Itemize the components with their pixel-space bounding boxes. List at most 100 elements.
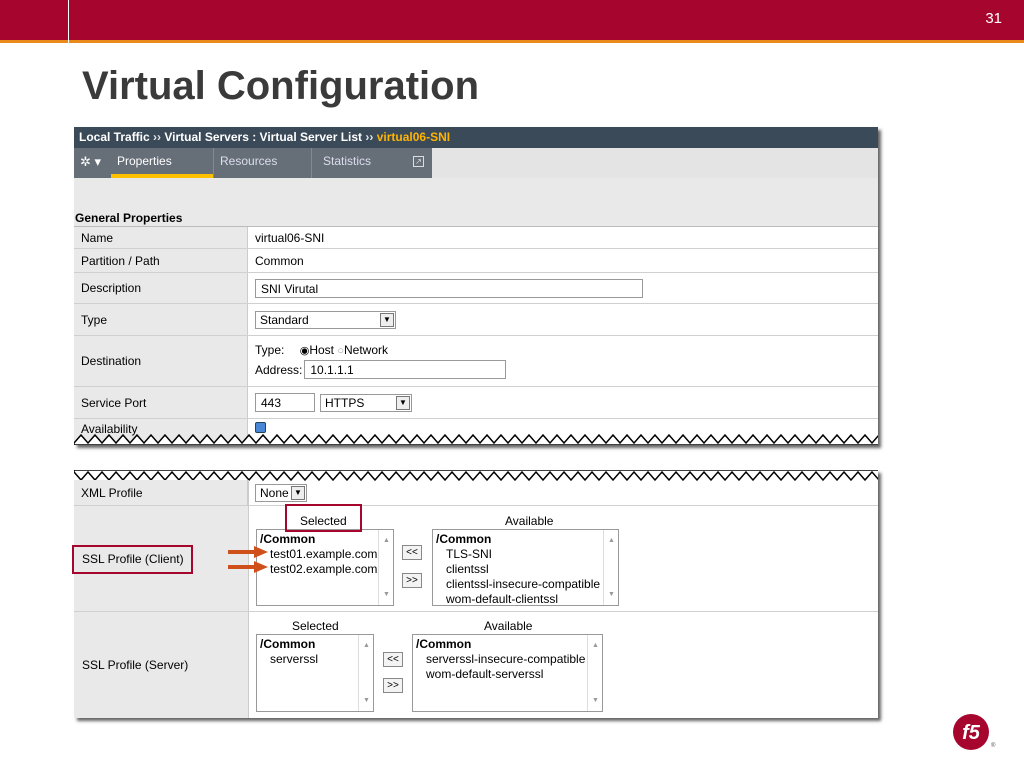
list-item[interactable]: clientssl: [436, 562, 615, 577]
scrollbar[interactable]: ▲ ▼: [378, 530, 393, 605]
tab-group: ✲ ▾ Properties Resources Statistics ↗: [74, 148, 432, 178]
address-label: Address:: [255, 362, 303, 377]
ssl-server-selected-caption: Selected: [292, 619, 339, 633]
xml-profile-select[interactable]: None ▼: [255, 483, 307, 502]
row-partition: Partition / Path Common: [74, 249, 878, 273]
slide-title: Virtual Configuration: [82, 64, 480, 108]
list-group: /Common: [260, 532, 316, 546]
breadcrumb-separator: ››: [153, 130, 162, 144]
list-group: /Common: [436, 532, 492, 546]
breadcrumb-virtual-servers[interactable]: Virtual Servers: [164, 130, 249, 144]
row-description: Description SNI Virutal: [74, 273, 878, 304]
description-input[interactable]: SNI Virutal: [255, 278, 643, 298]
destination-label: Destination: [74, 336, 248, 386]
list-group: /Common: [260, 637, 316, 651]
breadcrumb-current: virtual06-SNI: [376, 130, 451, 144]
tab-bar: ✲ ▾ Properties Resources Statistics ↗: [74, 148, 878, 178]
service-port-label: Service Port: [74, 387, 248, 418]
network-radio-label[interactable]: Network: [344, 343, 388, 357]
radio-icon[interactable]: ◉: [300, 345, 310, 357]
description-cell: SNI Virutal: [248, 273, 878, 303]
dropdown-arrow-icon: ▼: [291, 485, 305, 500]
tab-separator: [213, 148, 214, 178]
service-port-cell: 443 HTTPS ▼: [248, 387, 878, 418]
protocol-select[interactable]: HTTPS ▼: [320, 393, 412, 412]
popout-icon[interactable]: ↗: [413, 156, 424, 167]
type-select-value: Standard: [260, 312, 309, 327]
row-ssl-server: SSL Profile (Server) Selected Available …: [74, 612, 878, 718]
list-item[interactable]: serverssl-insecure-compatible: [416, 652, 599, 667]
tab-properties[interactable]: Properties: [111, 148, 213, 178]
row-xml-profile: XML Profile None ▼: [74, 480, 878, 506]
name-value: virtual06-SNI: [255, 230, 325, 245]
move-right-button[interactable]: >>: [383, 678, 403, 693]
xml-profile-cell: None ▼: [248, 480, 878, 505]
destination-type-label: Type:: [255, 343, 285, 357]
row-destination: Destination Type: ◉Host ○Network Address…: [74, 336, 878, 387]
scrollbar[interactable]: ▲ ▼: [603, 530, 618, 605]
row-ssl-client: SSL Profile (Client) Selected Available …: [74, 506, 878, 612]
ssl-client-highlight-box: [72, 545, 193, 574]
move-left-button[interactable]: <<: [402, 545, 422, 560]
ssl-client-available-list[interactable]: /Common TLS-SNI clientssl clientssl-inse…: [432, 529, 619, 606]
xml-profile-value: None: [260, 485, 289, 500]
xml-profile-label: XML Profile: [74, 480, 248, 505]
list-item[interactable]: wom-default-clientssl: [436, 592, 615, 605]
torn-edge-bottom: [74, 433, 878, 445]
type-cell: Standard ▼: [248, 304, 878, 335]
description-label: Description: [74, 273, 248, 303]
protocol-select-value: HTTPS: [325, 395, 365, 410]
properties-screenshot-top: Local Traffic ›› Virtual Servers : Virtu…: [74, 127, 878, 445]
radio-icon[interactable]: ○: [337, 345, 344, 357]
ssl-server-available-caption: Available: [484, 619, 533, 633]
scrollbar[interactable]: ▲ ▼: [358, 635, 373, 711]
move-left-button[interactable]: <<: [383, 652, 403, 667]
slide-number: 31: [985, 10, 1002, 27]
row-service-port: Service Port 443 HTTPS ▼: [74, 387, 878, 419]
svg-text:®: ®: [991, 742, 996, 749]
list-item[interactable]: wom-default-serverssl: [416, 667, 599, 682]
dropdown-arrow-icon: ▼: [380, 312, 394, 327]
host-radio-label[interactable]: Host: [309, 343, 334, 357]
list-item[interactable]: test02.example.com: [260, 562, 390, 577]
destination-address-line: Address: 10.1.1.1: [255, 360, 878, 379]
dropdown-arrow-icon: ▼: [396, 395, 410, 410]
partition-label: Partition / Path: [74, 249, 248, 272]
type-select[interactable]: Standard ▼: [255, 310, 396, 329]
ssl-server-available-list[interactable]: /Common serverssl-insecure-compatible wo…: [412, 634, 603, 712]
partition-value: Common: [255, 253, 304, 268]
port-input[interactable]: 443: [255, 393, 315, 412]
tab-statistics[interactable]: Statistics: [323, 148, 371, 178]
destination-type-line: Type: ◉Host ○Network: [255, 342, 878, 358]
list-group: /Common: [416, 637, 472, 651]
list-item[interactable]: clientssl-insecure-compatible: [436, 577, 615, 592]
tab-separator: [311, 148, 312, 178]
svg-text:f5: f5: [962, 722, 981, 744]
list-item[interactable]: test01.example.com: [260, 547, 390, 562]
list-item[interactable]: TLS-SNI: [436, 547, 615, 562]
ssl-client-selected-list[interactable]: /Common test01.example.com test02.exampl…: [256, 529, 394, 606]
arrow-right-icon: [228, 546, 268, 558]
type-label: Type: [74, 304, 248, 335]
scrollbar[interactable]: ▲ ▼: [587, 635, 602, 711]
breadcrumb-separator-2: ››: [365, 130, 374, 144]
ssl-client-available-caption: Available: [505, 514, 554, 528]
ssl-server-selected-list[interactable]: /Common serverssl ▲ ▼: [256, 634, 374, 712]
section-title: General Properties: [74, 210, 878, 227]
breadcrumb-local-traffic[interactable]: Local Traffic: [79, 130, 150, 144]
arrow-right-icon: [228, 561, 268, 573]
address-input[interactable]: 10.1.1.1: [304, 360, 507, 379]
f5-logo: f5 ®: [953, 714, 996, 750]
tab-resources[interactable]: Resources: [220, 148, 277, 178]
header-divider: [68, 0, 69, 46]
breadcrumb-virtual-server-list[interactable]: Virtual Server List: [260, 130, 363, 144]
gear-icon[interactable]: ✲ ▾: [80, 154, 101, 170]
slide-header-bar: [0, 0, 1024, 40]
list-item[interactable]: serverssl: [260, 652, 370, 667]
row-name: Name virtual06-SNI: [74, 227, 878, 249]
name-label: Name: [74, 227, 248, 248]
move-right-button[interactable]: >>: [402, 573, 422, 588]
header-accent-line: [0, 40, 1024, 43]
selected-highlight-box: [285, 504, 362, 532]
toolbar-gap: [74, 178, 878, 210]
